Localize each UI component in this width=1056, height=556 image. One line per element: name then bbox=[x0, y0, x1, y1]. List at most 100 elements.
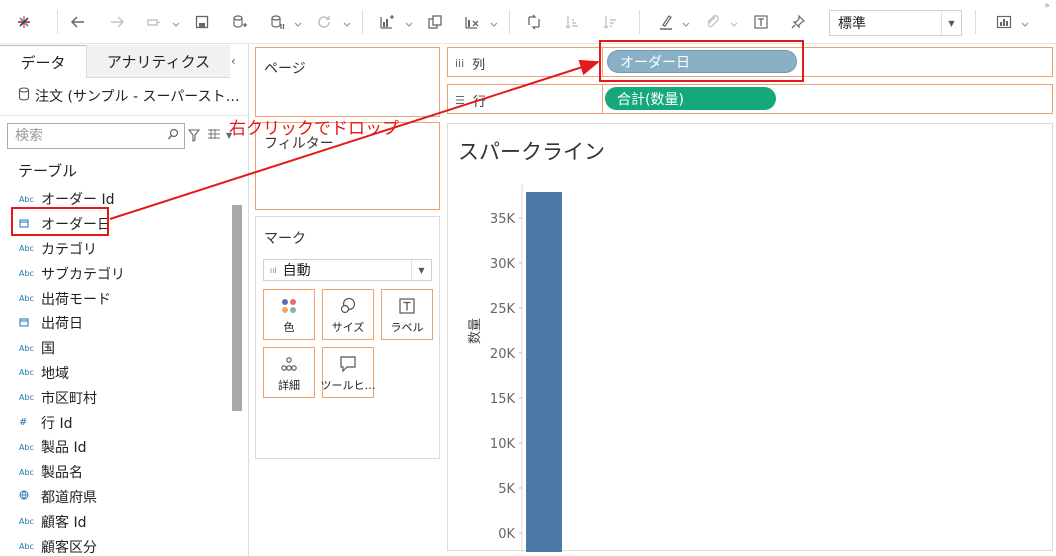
sort-ascending-icon[interactable] bbox=[562, 10, 582, 34]
toolbar: 標準 ▼ » bbox=[0, 0, 1056, 44]
bar[interactable] bbox=[526, 192, 562, 552]
rows-label: 行 bbox=[472, 95, 486, 110]
field-label: 市区町村 bbox=[41, 390, 97, 407]
y-tick-label: 30K bbox=[490, 257, 516, 272]
marks-card: マーク ııl 自動 ▼ 色 サイズ ラベル 詳細 ツールヒ… bbox=[255, 216, 440, 459]
fit-dropdown[interactable]: 標準 ▼ bbox=[829, 10, 962, 36]
filter-icon[interactable] bbox=[187, 128, 201, 146]
show-me-icon[interactable] bbox=[994, 10, 1014, 34]
detail-button[interactable]: 詳細 bbox=[263, 347, 315, 398]
field-search[interactable] bbox=[7, 123, 185, 149]
string-type-icon: Abc bbox=[19, 442, 34, 452]
list-item[interactable]: 出荷日 bbox=[0, 311, 232, 336]
sort-descending-icon[interactable] bbox=[600, 10, 620, 34]
size-button[interactable]: サイズ bbox=[322, 289, 374, 340]
pages-card[interactable]: ページ bbox=[255, 47, 440, 117]
label-icon[interactable] bbox=[751, 10, 771, 34]
list-item[interactable]: Abc 地域 bbox=[0, 361, 232, 386]
chevron-down-icon: ▼ bbox=[941, 11, 961, 35]
scrollbar[interactable] bbox=[232, 205, 242, 411]
list-item[interactable]: Abc 顧客 Id bbox=[0, 509, 232, 534]
highlight-icon[interactable] bbox=[656, 10, 676, 34]
data-pane-tabs: データ アナリティクス ‹ bbox=[0, 45, 248, 78]
swap-icon[interactable] bbox=[524, 10, 544, 34]
chevron-down-icon[interactable] bbox=[490, 18, 498, 27]
tab-analytics[interactable]: アナリティクス bbox=[86, 45, 230, 78]
tooltip-button[interactable]: ツールヒ… bbox=[320, 347, 376, 398]
y-tick-label: 25K bbox=[490, 302, 516, 317]
label-button[interactable]: ラベル bbox=[381, 289, 433, 340]
marks-title: マーク bbox=[264, 231, 306, 247]
list-item[interactable]: Abc 市区町村 bbox=[0, 385, 232, 410]
list-item[interactable]: Abc 出荷モード bbox=[0, 286, 232, 311]
collapse-pane-icon[interactable]: ‹ bbox=[231, 54, 236, 68]
view-options-icon[interactable] bbox=[207, 128, 221, 144]
undo-icon[interactable] bbox=[68, 10, 88, 34]
divider bbox=[0, 115, 248, 116]
label-label: ラベル bbox=[390, 321, 424, 334]
detail-label: 詳細 bbox=[278, 379, 300, 392]
size-label: サイズ bbox=[331, 321, 365, 334]
list-item[interactable]: Abc カテゴリ bbox=[0, 237, 232, 262]
chevron-down-icon[interactable] bbox=[294, 18, 302, 27]
pause-updates-icon[interactable] bbox=[267, 10, 287, 34]
chevron-down-icon[interactable] bbox=[730, 18, 738, 27]
chevron-down-icon[interactable] bbox=[343, 18, 351, 27]
save-icon[interactable] bbox=[192, 10, 212, 34]
list-item[interactable]: # 行 Id bbox=[0, 410, 232, 435]
rows-shelf[interactable]: ☰ 行 合計(数量) bbox=[447, 84, 1053, 114]
string-type-icon: Abc bbox=[19, 294, 34, 304]
clear-sheet-icon[interactable] bbox=[462, 10, 482, 34]
datasource[interactable]: 注文 (サンプル - スーパースト… bbox=[18, 85, 240, 107]
columns-label: 列 bbox=[472, 58, 486, 73]
list-item[interactable]: Abc 製品名 bbox=[0, 460, 232, 485]
pin-icon[interactable] bbox=[788, 10, 808, 34]
bar-chart: 0K 5K 10K 15K 20K 25K 30K 35K bbox=[490, 184, 562, 552]
field-label: 都道府県 bbox=[41, 489, 97, 506]
tab-data[interactable]: データ bbox=[0, 45, 86, 78]
redo-icon[interactable] bbox=[107, 10, 127, 34]
chevron-down-icon[interactable] bbox=[405, 18, 413, 27]
new-datasource-icon[interactable] bbox=[229, 10, 249, 34]
field-label: 製品 Id bbox=[41, 440, 87, 457]
list-item[interactable]: 都道府県 bbox=[0, 485, 232, 510]
y-tick-label: 20K bbox=[490, 347, 516, 362]
field-label: 国 bbox=[41, 341, 55, 358]
refresh-icon[interactable] bbox=[314, 10, 334, 34]
string-type-icon: Abc bbox=[19, 393, 34, 403]
tooltip-label: ツールヒ… bbox=[320, 379, 376, 392]
search-icon[interactable] bbox=[167, 128, 179, 146]
chevron-down-icon[interactable] bbox=[1021, 18, 1029, 27]
overflow-chevron-icon[interactable]: » bbox=[1041, 0, 1053, 12]
tooltip-icon bbox=[323, 355, 373, 373]
rows-icon: ☰ bbox=[455, 94, 465, 107]
row-pill-sum-quantity[interactable]: 合計(数量) bbox=[605, 87, 776, 110]
mark-type-icon: ııl bbox=[270, 265, 277, 275]
string-type-icon: Abc bbox=[19, 517, 34, 527]
list-item[interactable]: Abc 国 bbox=[0, 336, 232, 361]
divider bbox=[602, 85, 603, 113]
list-item[interactable]: Abc サブカテゴリ bbox=[0, 261, 232, 286]
data-pane: データ アナリティクス ‹ 注文 (サンプル - スーパースト… ▼ テーブル … bbox=[0, 45, 248, 556]
tableau-logo-icon[interactable] bbox=[14, 10, 34, 34]
y-tick-label: 35K bbox=[490, 212, 516, 227]
replay-icon[interactable] bbox=[144, 10, 164, 34]
detail-icon bbox=[264, 355, 314, 373]
field-label: 製品名 bbox=[41, 465, 83, 482]
search-input[interactable] bbox=[15, 128, 165, 144]
list-item[interactable]: Abc 製品 Id bbox=[0, 435, 232, 460]
list-item[interactable]: Abc 顧客区分 bbox=[0, 534, 232, 556]
chevron-down-icon[interactable] bbox=[682, 18, 690, 27]
chevron-down-icon: ▼ bbox=[411, 260, 431, 280]
group-icon[interactable] bbox=[702, 10, 722, 34]
new-worksheet-icon[interactable] bbox=[377, 10, 397, 34]
field-label: サブカテゴリ bbox=[41, 266, 125, 283]
y-tick-label: 15K bbox=[490, 392, 516, 407]
chevron-down-icon[interactable] bbox=[172, 18, 180, 27]
color-button[interactable]: 色 bbox=[263, 289, 315, 340]
duplicate-sheet-icon[interactable] bbox=[425, 10, 445, 34]
mark-type-dropdown[interactable]: ııl 自動 ▼ bbox=[263, 259, 432, 281]
columns-icon: iii bbox=[455, 57, 465, 70]
calendar-icon bbox=[19, 317, 41, 330]
field-label: 地域 bbox=[41, 365, 69, 382]
